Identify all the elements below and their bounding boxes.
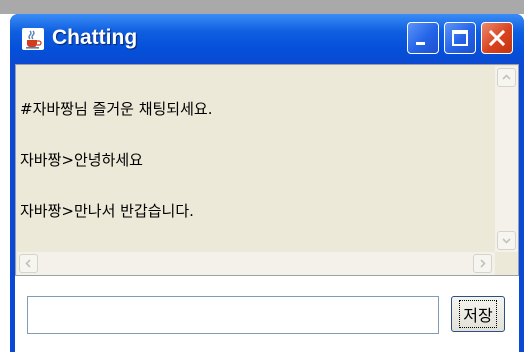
scroll-left-button[interactable] <box>19 254 38 273</box>
chat-line: #자바짱님 즐거운 채팅되세요. <box>20 100 213 118</box>
minimize-button[interactable] <box>407 22 439 54</box>
chevron-down-icon <box>502 238 511 244</box>
horizontal-scrollbar[interactable] <box>17 252 495 275</box>
save-button-label: 저장 <box>459 300 497 328</box>
message-input[interactable] <box>27 296 439 334</box>
chat-line: 자바짱>만나서 반갑습니다. <box>20 202 194 220</box>
window-title: Chatting <box>52 26 138 49</box>
chevron-right-icon <box>480 259 486 268</box>
scroll-up-button[interactable] <box>497 68 516 87</box>
input-panel: 저장 <box>15 276 519 352</box>
chevron-left-icon <box>25 259 31 268</box>
chat-line: 자바짱>안녕하세요 <box>20 151 143 169</box>
title-bar[interactable]: Chatting <box>10 14 524 64</box>
chat-lines: #자바짱님 즐거운 채팅되세요. 자바짱>안녕하세요 자바짱>만나서 반갑습니다… <box>20 67 490 254</box>
maximize-icon <box>452 30 468 46</box>
client-area: #자바짱님 즐거운 채팅되세요. 자바짱>안녕하세요 자바짱>만나서 반갑습니다… <box>15 64 519 352</box>
close-button[interactable] <box>481 22 513 54</box>
scroll-right-button[interactable] <box>473 254 492 273</box>
save-button[interactable]: 저장 <box>451 296 505 332</box>
vertical-scrollbar[interactable] <box>495 66 518 252</box>
minimize-icon <box>416 42 425 45</box>
java-cup-icon <box>22 28 44 50</box>
close-icon <box>488 29 506 47</box>
maximize-button[interactable] <box>444 22 476 54</box>
chevron-up-icon <box>502 74 511 80</box>
chat-window: Chatting #자바짱님 즐거운 채팅되세요. 자바짱>안녕하세요 자바짱>… <box>10 14 524 352</box>
scroll-down-button[interactable] <box>497 231 516 250</box>
scrollbar-corner <box>495 252 518 275</box>
background-strip <box>0 0 524 14</box>
chat-log[interactable]: #자바짱님 즐거운 채팅되세요. 자바짱>안녕하세요 자바짱>만나서 반갑습니다… <box>15 64 519 276</box>
